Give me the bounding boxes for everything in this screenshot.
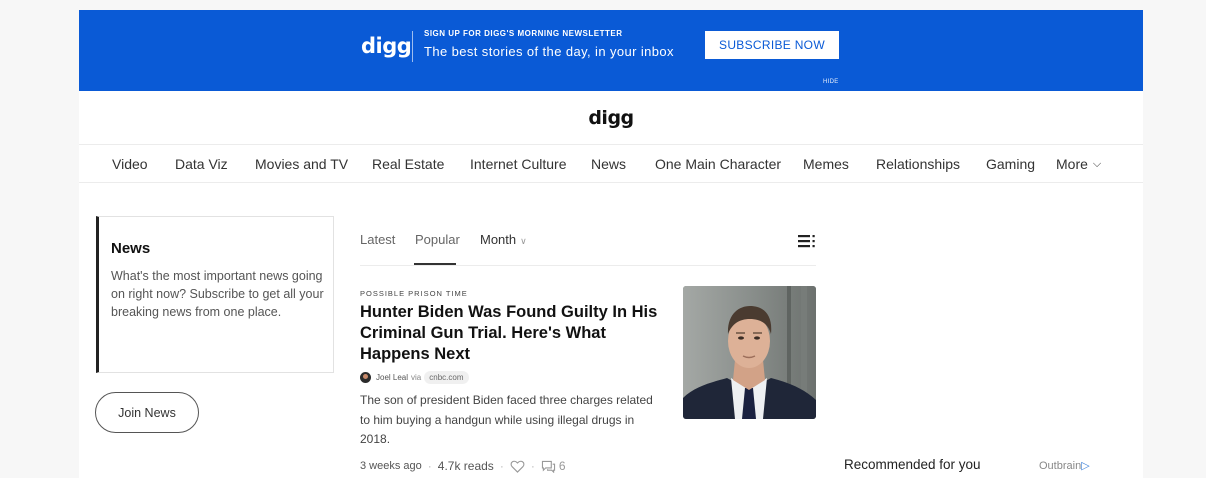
join-topic-button[interactable]: Join News xyxy=(95,392,199,433)
nav-item-gaming[interactable]: Gaming xyxy=(986,156,1035,172)
list-view-icon[interactable] xyxy=(798,234,816,248)
header-divider xyxy=(79,144,1143,145)
nav-item-movies-and-tv[interactable]: Movies and TV xyxy=(255,156,348,172)
nav-divider xyxy=(79,182,1143,183)
banner-kicker: SIGN UP FOR DIGG'S MORNING NEWSLETTER xyxy=(424,29,623,38)
newsletter-banner: digg SIGN UP FOR DIGG'S MORNING NEWSLETT… xyxy=(79,10,1143,91)
banner-divider xyxy=(412,31,413,62)
article-age: 3 weeks ago xyxy=(360,460,422,472)
article-reads: 4.7k reads xyxy=(437,459,494,473)
tab-latest[interactable]: Latest xyxy=(360,232,395,247)
outbrain-logo[interactable]: Outbrain▷ xyxy=(1039,459,1090,472)
page: digg SIGN UP FOR DIGG'S MORNING NEWSLETT… xyxy=(79,10,1143,478)
author-avatar xyxy=(360,371,371,383)
nav-item-one-main-character[interactable]: One Main Character xyxy=(655,156,781,172)
article-headline[interactable]: Hunter Biden Was Found Guilty In His Cri… xyxy=(360,302,670,365)
nav-item-news[interactable]: News xyxy=(591,156,626,172)
chevron-down-icon: ∨ xyxy=(520,236,527,246)
nav-item-real-estate[interactable]: Real Estate xyxy=(372,156,444,172)
comment-icon[interactable] xyxy=(541,460,556,473)
topic-title: News xyxy=(111,240,151,257)
meta-separator: · xyxy=(499,459,504,473)
meta-separator: · xyxy=(530,459,535,473)
chevron-down-icon: ⌵ xyxy=(1092,158,1102,170)
nav-more-label: More xyxy=(1056,156,1088,172)
author-name[interactable]: Joel Leal xyxy=(376,373,408,382)
feed-divider xyxy=(360,265,816,266)
tab-month-label: Month xyxy=(480,232,517,247)
topic-card: News What's the most important news goin… xyxy=(96,216,334,373)
article-meta: 3 weeks ago · 4.7k reads · · 6 xyxy=(360,458,566,474)
nav-item-internet-culture[interactable]: Internet Culture xyxy=(470,156,567,172)
article-photo-art xyxy=(683,286,816,419)
nav-item-video[interactable]: Video xyxy=(112,156,148,172)
outbrain-label: Outbrain xyxy=(1039,460,1082,472)
site-logo[interactable]: digg xyxy=(79,107,1143,129)
article-byline: Joel Leal via cnbc.com xyxy=(360,370,469,384)
hide-banner-link[interactable]: HIDE xyxy=(823,79,839,85)
article-kicker: POSSIBLE PRISON TIME xyxy=(360,289,468,298)
byline-via: via xyxy=(411,372,422,382)
outbrain-arrow-icon: ▷ xyxy=(1081,460,1090,472)
banner-tagline: The best stories of the day, in your inb… xyxy=(424,44,674,59)
category-nav: Video Data Viz Movies and TV Real Estate… xyxy=(79,156,1143,174)
comment-count[interactable]: 6 xyxy=(559,459,566,473)
article-photo[interactable] xyxy=(683,286,816,419)
banner-logo[interactable]: digg xyxy=(361,34,412,58)
meta-separator: · xyxy=(427,459,432,473)
heart-icon[interactable] xyxy=(510,460,525,473)
nav-item-memes[interactable]: Memes xyxy=(803,156,849,172)
subscribe-button[interactable]: SUBSCRIBE NOW xyxy=(705,31,839,59)
nav-item-more[interactable]: More ⌵ xyxy=(1056,156,1101,172)
topic-description: What's the most important news going on … xyxy=(111,269,324,319)
article-summary: The son of president Biden faced three c… xyxy=(360,393,653,446)
nav-item-data-viz[interactable]: Data Viz xyxy=(175,156,228,172)
source-badge[interactable]: cnbc.com xyxy=(424,370,469,384)
tab-popular[interactable]: Popular xyxy=(415,232,460,247)
recommended-heading: Recommended for you xyxy=(844,457,981,472)
tab-month[interactable]: Month ∨ xyxy=(480,232,527,247)
nav-item-relationships[interactable]: Relationships xyxy=(876,156,960,172)
